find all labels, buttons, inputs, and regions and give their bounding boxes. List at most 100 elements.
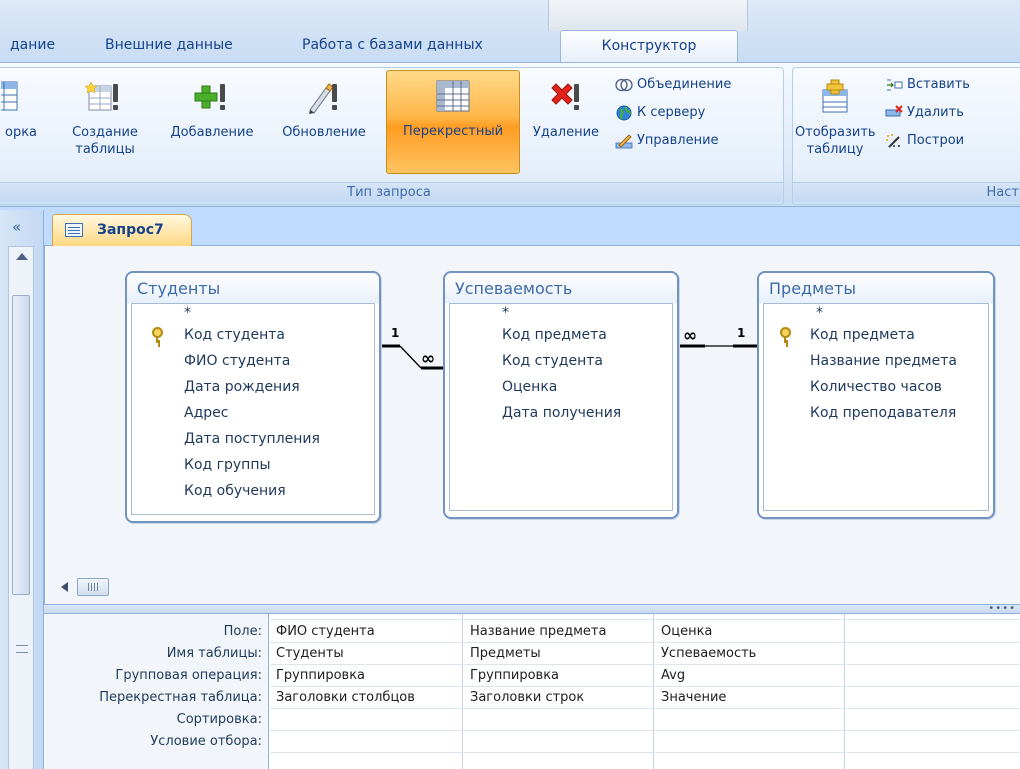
field-item[interactable]: Количество часов: [764, 374, 988, 400]
grid-cell[interactable]: [655, 709, 844, 731]
field-item[interactable]: Код группы: [132, 452, 374, 478]
make-table-query-icon: [84, 78, 125, 118]
field-item[interactable]: Код предмета: [764, 322, 988, 348]
insert-rows-button[interactable]: Вставить: [885, 74, 970, 96]
grid-cell[interactable]: Значение: [655, 687, 844, 709]
grid-cell[interactable]: [270, 709, 462, 731]
splitter-grip-icon[interactable]: [16, 645, 28, 653]
union-query-button[interactable]: Объединение: [615, 74, 731, 96]
table-subjects[interactable]: Предметы * Код предмета Название предмет…: [757, 271, 995, 519]
grid-column[interactable]: Оценка Успеваемость Avg Значение: [655, 614, 845, 769]
update-query-button[interactable]: Обновление: [270, 72, 378, 141]
field-item[interactable]: Код предмета: [450, 322, 672, 348]
grid-cell[interactable]: [846, 731, 1020, 753]
field-item[interactable]: Код студента: [132, 322, 374, 348]
column-selector[interactable]: [464, 614, 653, 620]
grid-cell[interactable]: Название предмета: [464, 621, 653, 643]
grid-column[interactable]: [846, 614, 1020, 769]
tab-design[interactable]: Конструктор: [560, 30, 738, 62]
table-title[interactable]: Предметы: [759, 273, 993, 303]
grid-cell[interactable]: [655, 731, 844, 753]
grid-cell[interactable]: [846, 621, 1020, 643]
scroll-thumb[interactable]: [12, 295, 30, 595]
field-item[interactable]: Дата рождения: [132, 374, 374, 400]
grid-cell[interactable]: Заголовки столбцов: [270, 687, 462, 709]
grid-column[interactable]: Название предмета Предметы Группировка З…: [464, 614, 654, 769]
crosstab-query-button[interactable]: Перекрестный: [386, 70, 520, 174]
expand-nav-icon[interactable]: «: [12, 218, 21, 236]
horizontal-scroll-thumb[interactable]: [77, 578, 109, 596]
table-title[interactable]: Успеваемость: [445, 273, 677, 303]
field-item[interactable]: Код обучения: [132, 478, 374, 504]
table-title[interactable]: Студенты: [127, 273, 379, 303]
grid-cell[interactable]: Группировка: [270, 665, 462, 687]
field-item[interactable]: ФИО студента: [132, 348, 374, 374]
scroll-left-icon[interactable]: [61, 582, 68, 592]
row-label-crosstab: Перекрестная таблица:: [99, 690, 262, 705]
delete-rows-icon: [885, 104, 903, 121]
make-table-query-button[interactable]: Создание таблицы: [55, 72, 155, 158]
grid-cell[interactable]: [270, 731, 462, 753]
grid-cell[interactable]: [846, 643, 1020, 665]
grid-column[interactable]: ФИО студента Студенты Группировка Заголо…: [270, 614, 463, 769]
column-selector[interactable]: [270, 614, 462, 620]
show-table-button[interactable]: Отобразить таблицу: [795, 72, 876, 158]
row-label-total: Групповая операция:: [115, 668, 262, 683]
crosstab-query-icon: [433, 77, 473, 117]
column-selector[interactable]: [846, 614, 1020, 620]
grid-cell[interactable]: Группировка: [464, 665, 653, 687]
field-item[interactable]: Адрес: [132, 400, 374, 426]
row-label-table: Имя таблицы:: [166, 646, 262, 661]
field-item[interactable]: Дата получения: [450, 400, 672, 426]
field-item[interactable]: Оценка: [450, 374, 672, 400]
all-fields-item[interactable]: *: [132, 306, 374, 322]
document-tab-bar: Запрос7: [44, 210, 1020, 246]
pencil-icon: [615, 133, 633, 149]
grid-cell[interactable]: [464, 731, 653, 753]
field-item[interactable]: Дата поступления: [132, 426, 374, 452]
horizontal-scrollbar[interactable]: [61, 578, 113, 596]
field-item[interactable]: Код преподавателя: [764, 400, 988, 426]
builder-button[interactable]: Построи: [885, 130, 964, 152]
scroll-up-icon[interactable]: [16, 253, 28, 260]
field-list: * Код предмета Код студента Оценка Дата …: [449, 303, 673, 511]
grid-cell[interactable]: [846, 665, 1020, 687]
query-document-tab[interactable]: Запрос7: [52, 214, 192, 246]
grid-cell[interactable]: ФИО студента: [270, 621, 462, 643]
table-students[interactable]: Студенты * Код студента ФИО студента Дат…: [125, 271, 381, 523]
delete-rows-button[interactable]: Удалить: [885, 102, 964, 124]
delete-query-label: Удаление: [532, 125, 600, 140]
tab-database-tools[interactable]: Работа с базами данных: [292, 30, 493, 62]
pane-splitter[interactable]: ••••: [44, 604, 1020, 614]
grid-cell[interactable]: Avg: [655, 665, 844, 687]
row-label-criteria: Условие отбора:: [150, 734, 262, 749]
ribbon-tab-bar: дание Внешние данные Работа с базами дан…: [0, 0, 1020, 62]
tab-create[interactable]: дание: [0, 30, 65, 62]
field-item[interactable]: Код студента: [450, 348, 672, 374]
tab-external-data[interactable]: Внешние данные: [95, 30, 243, 62]
grid-cell[interactable]: Студенты: [270, 643, 462, 665]
field-name: Код предмета: [502, 327, 607, 343]
grid-cell[interactable]: [846, 709, 1020, 731]
grid-cell[interactable]: Заголовки строк: [464, 687, 653, 709]
update-query-label: Обновление: [282, 125, 366, 140]
grid-cell[interactable]: [464, 709, 653, 731]
vertical-scrollbar[interactable]: [8, 246, 34, 769]
grid-cell[interactable]: [846, 687, 1020, 709]
data-definition-query-button[interactable]: Управление: [615, 130, 719, 152]
all-fields-item[interactable]: *: [450, 306, 672, 322]
all-fields-item[interactable]: *: [764, 306, 988, 322]
pass-through-query-button[interactable]: К серверу: [615, 102, 705, 124]
append-query-button[interactable]: Добавление: [163, 72, 261, 141]
delete-query-button[interactable]: Удаление: [525, 72, 607, 141]
column-selector[interactable]: [655, 614, 844, 620]
select-query-button[interactable]: орка: [0, 72, 47, 141]
grid-cell[interactable]: Предметы: [464, 643, 653, 665]
field-item[interactable]: Название предмета: [764, 348, 988, 374]
grid-cell[interactable]: Успеваемость: [655, 643, 844, 665]
query-diagram-pane[interactable]: 1 ∞ ∞ 1 Студенты * Код студента ФИО студ…: [44, 246, 1020, 604]
grid-cell[interactable]: Оценка: [655, 621, 844, 643]
splitter-grip-icon: ••••: [988, 603, 1016, 614]
builder-icon: [885, 133, 903, 149]
table-performance[interactable]: Успеваемость * Код предмета Код студента…: [443, 271, 679, 519]
